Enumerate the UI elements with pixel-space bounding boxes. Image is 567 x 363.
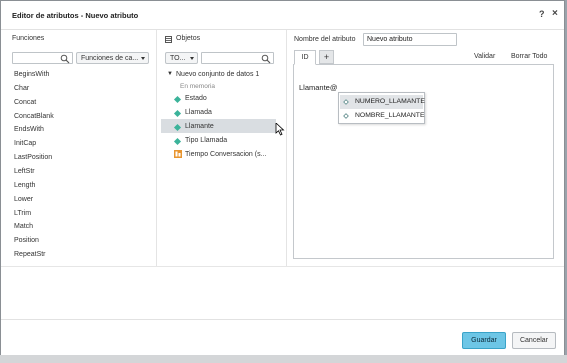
panel-divider xyxy=(156,30,157,266)
clear-all-button[interactable]: Borrar Todo xyxy=(511,53,547,60)
function-item[interactable]: RepeatStr xyxy=(14,251,46,258)
caret-down-icon[interactable]: ▼ xyxy=(167,71,173,77)
object-label: Llamada xyxy=(185,109,212,116)
calculated-metric-icon xyxy=(174,150,182,158)
database-icon xyxy=(165,36,172,43)
help-button[interactable]: ? xyxy=(539,9,545,19)
add-tab-button[interactable]: + xyxy=(319,50,334,64)
expression-text: Llamante@ xyxy=(299,83,338,92)
objects-filter-value: TO... xyxy=(170,55,186,62)
functions-heading: Funciones xyxy=(12,35,45,42)
function-item[interactable]: Concat xyxy=(14,99,36,106)
content-bottom-divider xyxy=(1,266,564,267)
objects-heading: Objetos xyxy=(176,35,201,42)
function-item[interactable]: Char xyxy=(14,85,29,92)
objects-filter-select[interactable]: TO... xyxy=(165,52,198,64)
attribute-name-input[interactable]: Nuevo atributo xyxy=(363,33,457,46)
function-item[interactable]: LeftStr xyxy=(14,168,35,175)
autocomplete-label: NUMERO_LLAMANTE xyxy=(355,98,425,105)
function-item[interactable]: Position xyxy=(14,237,39,244)
dialog-footer: Guardar Cancelar xyxy=(1,319,564,357)
search-icon[interactable] xyxy=(261,54,271,64)
dataset-source: En memoria xyxy=(180,83,216,90)
metric-icon xyxy=(173,95,182,104)
title-bar: Editor de atributos - Nuevo atributo ? × xyxy=(1,1,564,30)
background-strip xyxy=(0,355,567,363)
chevron-down-icon xyxy=(141,57,145,60)
function-item[interactable]: EndsWith xyxy=(14,126,44,133)
attribute-icon xyxy=(343,99,349,105)
function-item[interactable]: Match xyxy=(14,223,33,230)
function-item[interactable]: Length xyxy=(14,182,35,189)
chevron-down-icon xyxy=(190,57,194,60)
attribute-name-label: Nombre del atributo xyxy=(294,36,356,43)
close-button[interactable]: × xyxy=(552,8,558,19)
object-label: Estado xyxy=(185,95,207,102)
dataset-name[interactable]: Nuevo conjunto de datos 1 xyxy=(176,71,259,78)
function-item[interactable]: LTrim xyxy=(14,210,31,217)
panel-divider xyxy=(286,30,287,266)
autocomplete-label: NOMBRE_LLAMANTE xyxy=(355,112,425,119)
tab-id[interactable]: ID xyxy=(294,50,316,65)
autocomplete-item[interactable]: NOMBRE_LLAMANTE xyxy=(340,109,425,123)
functions-search-input[interactable] xyxy=(12,52,73,64)
function-item[interactable]: LastPosition xyxy=(14,154,52,161)
object-label: Tiempo Conversacion (s... xyxy=(185,151,267,158)
function-item[interactable]: ConcatBlank xyxy=(14,113,54,120)
metric-icon xyxy=(173,109,182,118)
function-item[interactable]: InitCap xyxy=(14,140,36,147)
object-label: Llamante xyxy=(185,123,214,130)
mouse-cursor-icon xyxy=(275,123,285,136)
autocomplete-dropdown: NUMERO_LLAMANTE NOMBRE_LLAMANTE xyxy=(338,92,425,124)
autocomplete-item[interactable]: NUMERO_LLAMANTE xyxy=(340,95,425,109)
dialog-title: Editor de atributos - Nuevo atributo xyxy=(12,11,139,20)
attribute-editor-dialog: Editor de atributos - Nuevo atributo ? ×… xyxy=(0,0,565,357)
metric-icon xyxy=(173,137,182,146)
search-icon[interactable] xyxy=(60,54,70,64)
cancel-button[interactable]: Cancelar xyxy=(512,332,556,349)
function-item[interactable]: BeginsWith xyxy=(14,71,49,78)
save-button[interactable]: Guardar xyxy=(462,332,506,349)
function-category-value: Funciones de ca... xyxy=(81,55,139,62)
object-label: Tipo Llamada xyxy=(185,137,228,144)
function-category-select[interactable]: Funciones de ca... xyxy=(76,52,149,64)
function-item[interactable]: Lower xyxy=(14,196,33,203)
attribute-icon xyxy=(343,113,349,119)
validate-button[interactable]: Validar xyxy=(474,53,495,60)
objects-search-input[interactable] xyxy=(201,52,274,64)
